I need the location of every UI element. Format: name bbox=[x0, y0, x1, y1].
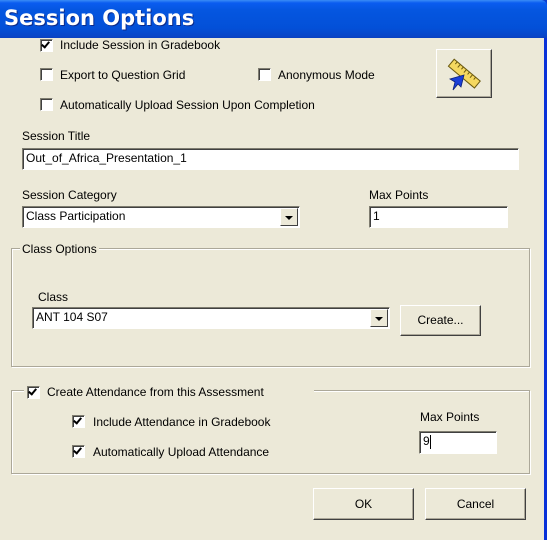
checkbox-box[interactable] bbox=[72, 415, 85, 428]
include-attendance-gradebook-label: Include Attendance in Gradebook bbox=[93, 415, 271, 429]
title-bar[interactable]: Session Options bbox=[0, 0, 547, 38]
create-attendance-checkbox[interactable]: Create Attendance from this Assessment bbox=[24, 384, 314, 400]
auto-upload-session-checkbox[interactable]: Automatically Upload Session Upon Comple… bbox=[40, 98, 360, 114]
session-title-label: Session Title bbox=[22, 129, 91, 143]
include-session-gradebook-label: Include Session in Gradebook bbox=[60, 38, 221, 52]
class-value: ANT 104 S07 bbox=[36, 310, 108, 324]
create-class-button-label: Create... bbox=[417, 313, 464, 327]
export-question-grid-checkbox[interactable]: Export to Question Grid bbox=[40, 68, 240, 84]
window-title: Session Options bbox=[4, 6, 195, 30]
auto-upload-session-label: Automatically Upload Session Upon Comple… bbox=[60, 98, 315, 112]
attendance-max-points-label: Max Points bbox=[420, 410, 480, 424]
class-label: Class bbox=[38, 290, 69, 304]
checkbox-box[interactable] bbox=[40, 39, 53, 52]
checkbox-box[interactable] bbox=[72, 445, 85, 458]
ruler-pointer-icon bbox=[447, 58, 481, 91]
ok-button[interactable]: OK bbox=[313, 488, 414, 520]
max-points-input[interactable]: 1 bbox=[369, 206, 508, 228]
create-class-button[interactable]: Create... bbox=[400, 305, 481, 336]
max-points-label: Max Points bbox=[369, 188, 429, 202]
attendance-max-points-value: 9 bbox=[423, 434, 430, 448]
attendance-max-points-input[interactable]: 9 bbox=[419, 431, 497, 454]
auto-upload-attendance-label: Automatically Upload Attendance bbox=[93, 445, 270, 459]
export-question-grid-label: Export to Question Grid bbox=[60, 68, 186, 82]
cancel-button-label: Cancel bbox=[456, 497, 495, 511]
include-attendance-gradebook-checkbox[interactable]: Include Attendance in Gradebook bbox=[72, 415, 312, 431]
ok-button-label: OK bbox=[354, 497, 373, 511]
checkbox-box[interactable] bbox=[40, 68, 53, 81]
class-select[interactable]: ANT 104 S07 bbox=[32, 307, 390, 329]
anonymous-mode-label: Anonymous Mode bbox=[278, 68, 375, 82]
session-category-label: Session Category bbox=[22, 188, 117, 202]
cancel-button[interactable]: Cancel bbox=[425, 488, 526, 520]
session-category-select[interactable]: Class Participation bbox=[22, 206, 300, 228]
chevron-down-icon[interactable] bbox=[280, 208, 298, 226]
include-session-gradebook-checkbox[interactable]: Include Session in Gradebook bbox=[40, 38, 260, 54]
session-title-input[interactable]: Out_of_Africa_Presentation_1 bbox=[22, 148, 519, 170]
text-cursor bbox=[429, 434, 431, 449]
class-options-legend: Class Options bbox=[20, 242, 99, 256]
checkbox-box[interactable] bbox=[258, 68, 271, 81]
auto-upload-attendance-checkbox[interactable]: Automatically Upload Attendance bbox=[72, 445, 312, 461]
ruler-tool-button[interactable] bbox=[436, 49, 492, 98]
chevron-down-icon[interactable] bbox=[370, 309, 388, 327]
anonymous-mode-checkbox[interactable]: Anonymous Mode bbox=[258, 68, 398, 84]
session-category-value: Class Participation bbox=[26, 209, 126, 223]
create-attendance-label: Create Attendance from this Assessment bbox=[47, 385, 264, 399]
checkbox-box[interactable] bbox=[40, 98, 53, 111]
checkbox-box[interactable] bbox=[27, 386, 40, 399]
dialog-body: Include Session in Gradebook Export to Q… bbox=[0, 38, 544, 540]
